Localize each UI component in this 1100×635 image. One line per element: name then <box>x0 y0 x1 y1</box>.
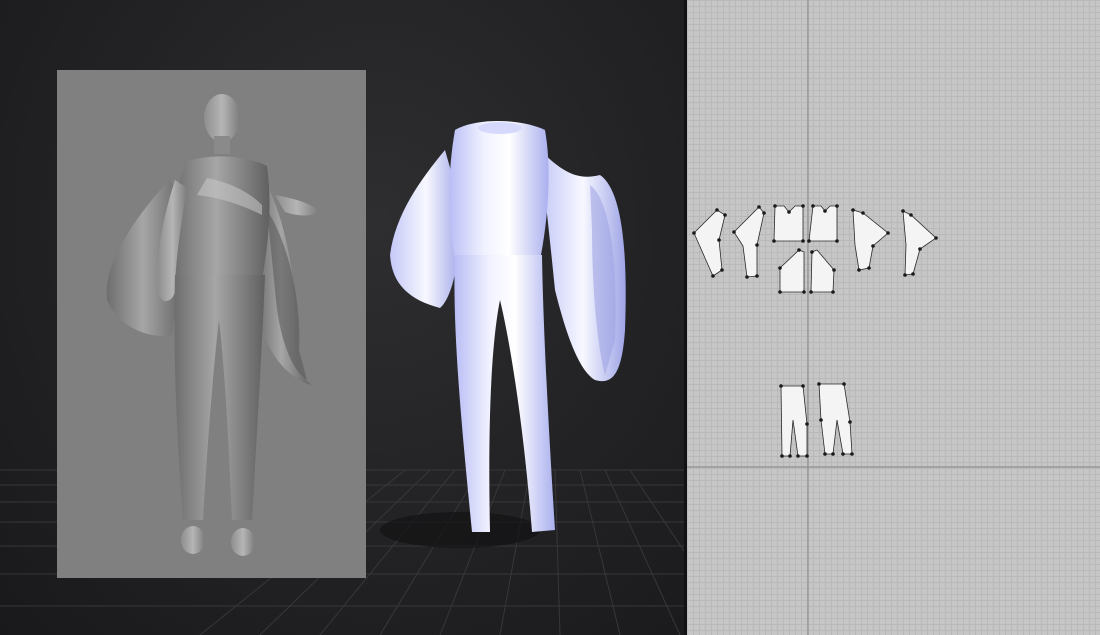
pattern-piece-bodice-lower-right[interactable] <box>809 249 836 294</box>
pattern-piece-sleeve-right[interactable] <box>851 208 890 272</box>
3d-garment-jumpsuit[interactable] <box>0 0 684 635</box>
pattern-piece-bodice-lower-left[interactable] <box>778 248 806 294</box>
app-window <box>0 0 1100 635</box>
pattern-piece-back-bodice[interactable] <box>807 204 839 243</box>
pattern-piece-trouser-back[interactable] <box>817 382 854 456</box>
pattern-piece-front-bodice[interactable] <box>772 204 805 243</box>
garment-trousers <box>454 255 555 532</box>
pattern-piece-front-bodice-left[interactable] <box>692 208 727 278</box>
pattern-piece-sleeve-far-right[interactable] <box>901 209 938 277</box>
garment-bodice <box>449 121 549 260</box>
pattern-canvas[interactable] <box>687 0 1100 635</box>
pattern-piece-sleeve-left[interactable] <box>732 205 766 279</box>
2d-pattern-editor[interactable] <box>687 0 1100 635</box>
3d-viewport[interactable] <box>0 0 684 635</box>
pattern-piece-trouser-front[interactable] <box>779 384 809 458</box>
